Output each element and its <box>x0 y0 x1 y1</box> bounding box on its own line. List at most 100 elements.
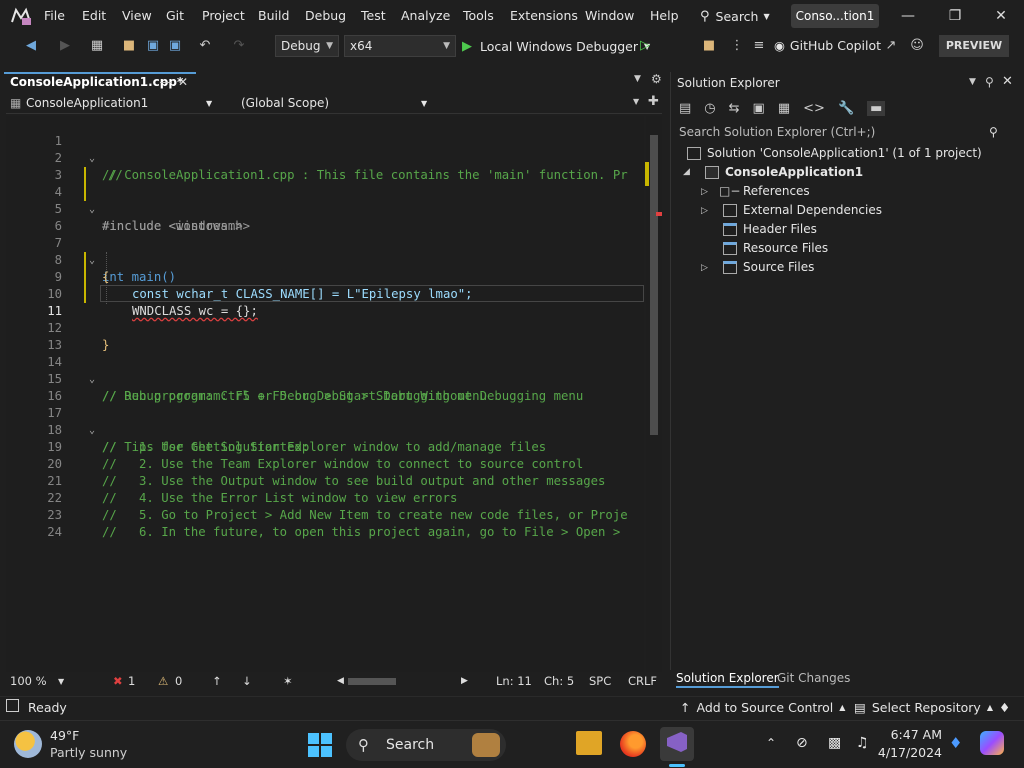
menu-view[interactable]: View <box>122 8 152 23</box>
whitespace-indicator[interactable]: SPC <box>589 674 611 688</box>
weather-icon[interactable] <box>14 730 42 758</box>
tab-solution-explorer[interactable]: Solution Explorer <box>676 671 779 688</box>
scrollbar-thumb[interactable] <box>650 135 658 435</box>
history-icon[interactable]: ◷ <box>704 101 715 116</box>
close-icon[interactable]: ✕ <box>178 74 188 91</box>
chevron-up-icon[interactable]: ⌃ <box>766 736 776 750</box>
save-icon[interactable]: ▣ <box>144 37 162 55</box>
visual-studio-logo-icon[interactable] <box>10 6 32 26</box>
preview-badge[interactable]: PREVIEW <box>939 35 1009 57</box>
code-cleanup-icon[interactable]: ✶ <box>283 674 293 688</box>
close-icon[interactable]: ✕ <box>1002 74 1013 89</box>
output-icon[interactable] <box>6 699 19 712</box>
scroll-right-icon[interactable]: ▶ <box>461 676 468 686</box>
menu-tools[interactable]: Tools <box>463 8 494 23</box>
open-folder-icon[interactable]: ■ <box>120 37 138 55</box>
start-debugging-button[interactable]: ▶ Local Windows Debugger ▼ <box>462 36 650 56</box>
arrow-down-icon[interactable]: ↓ <box>242 674 252 688</box>
code-editor[interactable]: 1 ⌄ // ConsoleApplication1.cpp : This fi… <box>6 116 644 672</box>
menu-build[interactable]: Build <box>258 8 289 23</box>
tab-list-icon[interactable]: ▼ <box>634 74 641 84</box>
solution-title[interactable]: Conso...tion1 <box>791 4 879 28</box>
menu-extensions[interactable]: Extensions <box>510 8 578 23</box>
member-dropdown-icon[interactable]: ▼ <box>633 97 639 106</box>
split-icon[interactable]: ✚ <box>648 94 659 109</box>
clock-time[interactable]: 6:47 AM <box>880 727 942 742</box>
menu-window[interactable]: Window <box>585 8 634 23</box>
add-to-source-control-button[interactable]: ↑ Add to Source Control ▲ <box>680 700 845 715</box>
github-copilot-button[interactable]: ◉ GitHub Copilot <box>774 38 881 53</box>
redo-icon[interactable]: ↷ <box>230 37 248 55</box>
tree-node-source-files[interactable]: ▷ Source Files <box>701 258 814 277</box>
step-icon[interactable]: ⋮ <box>728 37 746 55</box>
folder-icon[interactable]: ■ <box>700 37 718 55</box>
menu-debug[interactable]: Debug <box>305 8 346 23</box>
project-dropdown[interactable]: ▦ ConsoleApplication1 ▼ <box>6 94 216 113</box>
share-icon[interactable]: ↗ <box>882 37 900 55</box>
expanded-caret-icon[interactable]: ◢ <box>683 163 690 182</box>
solution-search-input[interactable]: Search Solution Explorer (Ctrl+;) ⚲ <box>673 122 1017 142</box>
save-all-icon[interactable]: ▣ <box>166 37 184 55</box>
solution-configuration-select[interactable]: Debug ▼ <box>275 35 339 57</box>
properties-icon[interactable]: 🔧 <box>838 101 854 116</box>
warning-icon[interactable]: ⚠ <box>158 674 168 688</box>
solution-platform-select[interactable]: x64 ▼ <box>344 35 456 57</box>
display-icon[interactable]: ▩ <box>828 735 841 751</box>
tree-node-header-files[interactable]: Header Files <box>701 220 817 239</box>
minimize-icon[interactable]: — <box>898 6 918 26</box>
settings-icon[interactable]: ⚙ <box>651 72 662 86</box>
error-icon[interactable]: ✖ <box>113 674 123 688</box>
view-code-icon[interactable]: <> <box>803 101 825 116</box>
tree-node-resource-files[interactable]: Resource Files <box>701 239 828 258</box>
switch-views-icon[interactable]: ▤ <box>679 101 691 116</box>
file-explorer-icon[interactable] <box>576 731 602 755</box>
menu-git[interactable]: Git <box>166 8 184 23</box>
volume-icon[interactable]: ♫ <box>856 735 869 751</box>
tab-consoleapplication1-cpp[interactable]: ConsoleApplication1.cpp* ― ✕ <box>4 72 196 92</box>
sync-icon[interactable]: ⇆ <box>729 101 740 116</box>
collapsed-caret-icon[interactable]: ▷ <box>701 259 708 278</box>
tab-git-changes[interactable]: Git Changes <box>777 671 850 685</box>
feedback-icon[interactable]: ☺ <box>908 37 926 55</box>
solution-node[interactable]: Solution 'ConsoleApplication1' (1 of 1 p… <box>687 144 982 163</box>
arrow-up-icon[interactable]: ↑ <box>212 674 222 688</box>
line-ending-indicator[interactable]: CRLF <box>628 674 657 688</box>
collapse-all-icon[interactable]: ▣ <box>753 101 765 116</box>
format-icon[interactable]: ≡ <box>750 37 768 55</box>
collapsed-caret-icon[interactable]: ▷ <box>701 183 708 202</box>
start-without-debugging-icon[interactable]: ▷ <box>636 37 654 55</box>
firefox-icon[interactable] <box>620 731 646 757</box>
show-all-files-icon[interactable]: ▦ <box>778 101 790 116</box>
scroll-left-icon[interactable]: ◀ <box>337 676 344 686</box>
chevron-down-icon[interactable]: ▼ <box>969 77 976 87</box>
scope-dropdown[interactable]: (Global Scope) ▼ <box>236 94 436 113</box>
line-indicator[interactable]: Ln: 11 <box>496 674 532 688</box>
project-node[interactable]: ◢ ConsoleApplication1 <box>683 163 863 182</box>
menu-analyze[interactable]: Analyze <box>401 8 450 23</box>
undo-icon[interactable]: ↶ <box>196 37 214 55</box>
menu-test[interactable]: Test <box>361 8 386 23</box>
weather-condition[interactable]: Partly sunny <box>50 745 127 760</box>
tree-node-external-dependencies[interactable]: ▷ External Dependencies <box>701 201 882 220</box>
taskbar-search-input[interactable]: ⚲ Search <box>346 729 506 761</box>
copilot-icon[interactable] <box>980 731 1004 755</box>
feature-search-button[interactable]: ⚲ Search ▼ <box>700 4 780 28</box>
restore-icon[interactable]: ❐ <box>945 6 965 26</box>
windows-start-icon[interactable] <box>308 733 332 757</box>
select-repository-button[interactable]: ▤ Select Repository ▲ <box>854 700 993 715</box>
warning-count[interactable]: 0 <box>175 674 182 688</box>
menu-help[interactable]: Help <box>650 8 679 23</box>
collapsed-caret-icon[interactable]: ▷ <box>701 202 708 221</box>
pin-icon[interactable]: ⚲ <box>985 75 994 89</box>
tree-node-references[interactable]: ▷ □− References <box>701 182 810 201</box>
zoom-select[interactable]: 100 % <box>10 674 47 688</box>
menu-file[interactable]: File <box>44 8 65 23</box>
error-count[interactable]: 1 <box>128 674 135 688</box>
weather-temperature[interactable]: 49°F <box>50 728 79 743</box>
notification-bell-icon[interactable]: ♦ <box>999 700 1010 715</box>
forward-icon[interactable]: ▶ <box>56 37 74 55</box>
new-project-icon[interactable]: ▦ <box>88 37 106 55</box>
clock-date[interactable]: 4/17/2024 <box>872 745 942 760</box>
notification-bell-icon[interactable]: ♦ <box>949 734 962 752</box>
horizontal-scrollbar-thumb[interactable] <box>348 678 396 685</box>
